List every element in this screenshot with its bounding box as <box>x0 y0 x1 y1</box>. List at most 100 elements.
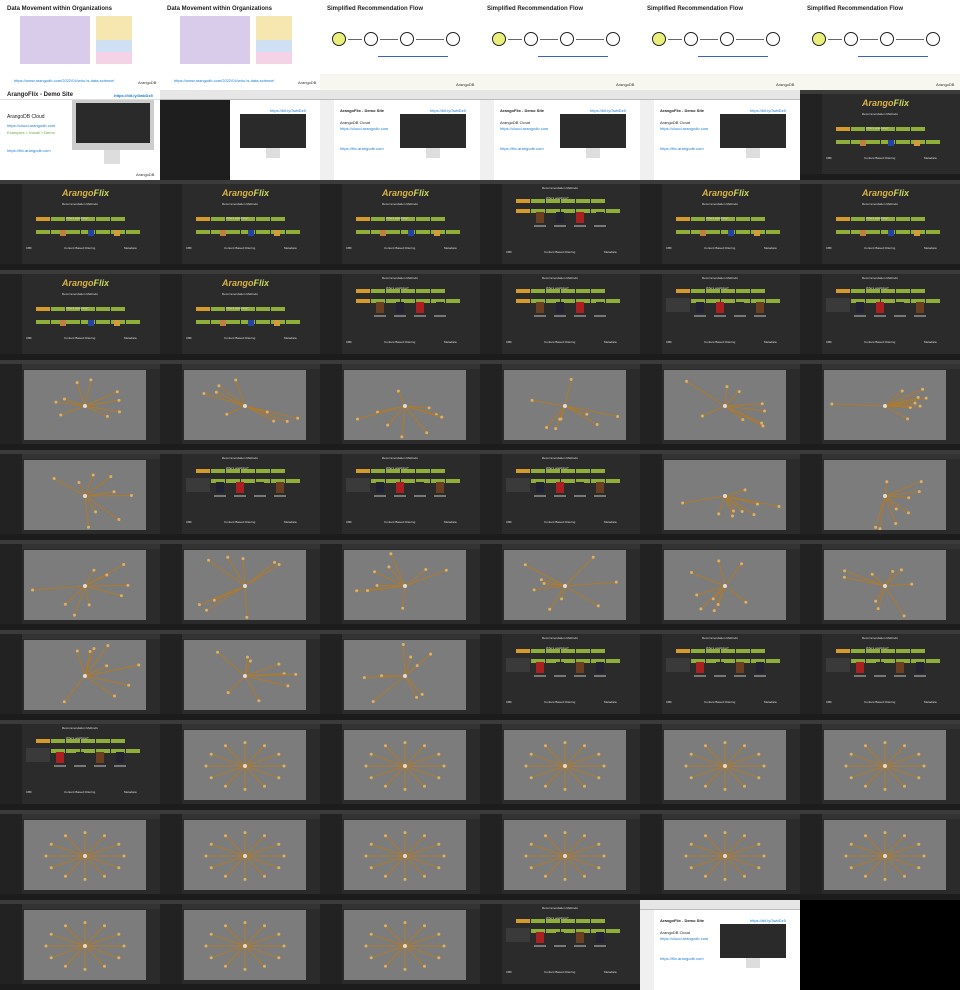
thumbnail-tile[interactable] <box>480 720 640 810</box>
graph-node[interactable] <box>524 764 528 768</box>
thumbnail-tile[interactable] <box>160 900 320 990</box>
method-button[interactable] <box>226 320 240 324</box>
graph-node[interactable] <box>849 776 853 780</box>
graph-node[interactable] <box>112 490 116 494</box>
thumbnail-tile[interactable]: Recommendation Methods Who's watching? CBF… <box>0 720 160 810</box>
graph-node[interactable] <box>442 764 446 768</box>
graph-node[interactable] <box>272 419 276 423</box>
graph-node[interactable] <box>403 967 407 971</box>
graph-node[interactable] <box>545 425 549 429</box>
graph-node[interactable] <box>49 932 53 936</box>
graph-node[interactable] <box>744 600 748 604</box>
graph-node[interactable] <box>224 784 227 788</box>
graph-node[interactable] <box>371 699 375 703</box>
graph-node[interactable] <box>740 509 744 513</box>
graph-node[interactable] <box>263 784 266 788</box>
graph-node[interactable] <box>384 874 387 878</box>
graph-node[interactable] <box>44 944 48 948</box>
thumbnail-tile[interactable]: ArangoFlix - Demo Site https://bit.ly/3wb… <box>480 90 640 180</box>
thumbnail-tile[interactable]: ArangoFlix Recommendation Methods Who's wa… <box>0 180 160 270</box>
graph-node[interactable] <box>77 480 81 484</box>
thumbnail-tile[interactable]: Simplified Recommendation Flow ArangoDB <box>640 0 800 90</box>
method-button[interactable] <box>896 230 910 234</box>
thumbnail-tile[interactable] <box>320 540 480 630</box>
graph-node[interactable] <box>899 568 903 572</box>
thumbnail-tile[interactable] <box>480 810 640 900</box>
graph-node[interactable] <box>529 866 533 870</box>
method-button[interactable] <box>606 479 620 483</box>
graph-node[interactable] <box>87 603 91 607</box>
graph-node[interactable] <box>903 784 906 788</box>
graph-node[interactable] <box>92 647 96 651</box>
graph-node[interactable] <box>273 560 277 564</box>
graph-node[interactable] <box>204 854 208 858</box>
graph-node[interactable] <box>569 377 573 381</box>
thumbnail-tile[interactable] <box>800 720 960 810</box>
graph-node[interactable] <box>103 964 106 968</box>
graph-node[interactable] <box>423 874 426 878</box>
graph-node[interactable] <box>294 672 298 676</box>
method-button[interactable] <box>356 299 370 303</box>
graph-node[interactable] <box>212 598 216 602</box>
graph-node[interactable] <box>602 854 606 858</box>
thumbnail-tile[interactable]: Simplified Recommendation Flow ArangoDB <box>800 0 960 90</box>
graph-node[interactable] <box>563 877 567 881</box>
graph-node[interactable] <box>752 513 756 517</box>
method-button[interactable] <box>446 479 460 483</box>
graph-node[interactable] <box>226 691 230 695</box>
thumbnail-tile[interactable] <box>800 450 960 540</box>
graph-node[interactable] <box>704 834 707 838</box>
graph-center-node[interactable] <box>243 944 247 948</box>
graph-node[interactable] <box>762 764 766 768</box>
thumbnail-tile[interactable] <box>640 360 800 450</box>
graph-node[interactable] <box>425 431 429 435</box>
graph-node[interactable] <box>842 575 846 579</box>
thumbnail-tile[interactable]: Recommendation Methods Who's watching? CBF… <box>800 270 960 360</box>
graph-center-node[interactable] <box>83 584 87 588</box>
graph-node[interactable] <box>415 695 419 699</box>
graph-node[interactable] <box>282 944 286 948</box>
graph-node[interactable] <box>524 854 528 858</box>
graph-node[interactable] <box>723 741 727 745</box>
graph-node[interactable] <box>717 559 721 563</box>
graph-node[interactable] <box>117 866 121 870</box>
graph-center-node[interactable] <box>723 404 727 408</box>
graph-node[interactable] <box>384 744 387 748</box>
graph-node[interactable] <box>389 552 393 556</box>
graph-node[interactable] <box>704 784 707 788</box>
graph-node[interactable] <box>849 752 853 756</box>
graph-node[interactable] <box>386 423 390 427</box>
graph-node[interactable] <box>59 413 63 417</box>
graph-node[interactable] <box>122 562 126 566</box>
graph-node[interactable] <box>109 475 113 479</box>
graph-node[interactable] <box>529 752 533 756</box>
method-button[interactable] <box>736 230 750 234</box>
graph-node[interactable] <box>263 874 266 878</box>
graph-center-node[interactable] <box>723 854 727 858</box>
graph-node[interactable] <box>903 874 906 878</box>
thumbnail-tile[interactable] <box>160 630 320 720</box>
graph-node[interactable] <box>583 834 586 838</box>
graph-node[interactable] <box>384 784 387 788</box>
graph-node[interactable] <box>75 381 79 385</box>
graph-node[interactable] <box>54 400 58 404</box>
graph-node[interactable] <box>103 874 106 878</box>
graph-node[interactable] <box>699 607 703 611</box>
method-button[interactable] <box>836 140 850 144</box>
thumbnail-tile[interactable]: ArangoFlix Recommendation Methods Who's wa… <box>0 270 160 360</box>
graph-node[interactable] <box>689 776 693 780</box>
graph-node[interactable] <box>243 921 247 925</box>
method-button[interactable] <box>446 299 460 303</box>
graph-node[interactable] <box>532 588 536 592</box>
graph-node[interactable] <box>737 390 741 394</box>
graph-node[interactable] <box>105 573 109 577</box>
graph-node[interactable] <box>544 784 547 788</box>
thumbnail-tile[interactable]: Recommendation Methods Who's watching? CBF… <box>480 450 640 540</box>
method-button[interactable] <box>606 659 620 663</box>
graph-node[interactable] <box>544 874 547 878</box>
method-button[interactable] <box>766 299 780 303</box>
graph-node[interactable] <box>103 924 106 928</box>
graph-node[interactable] <box>910 582 914 586</box>
graph-node[interactable] <box>437 956 441 960</box>
graph-node[interactable] <box>209 866 213 870</box>
